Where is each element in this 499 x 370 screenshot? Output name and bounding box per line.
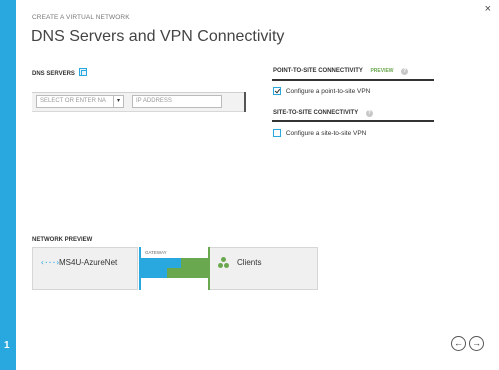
dns-ip-input[interactable]: IP ADDRESS [132,95,222,108]
clients-icon [218,257,230,269]
gateway-blue-block [141,258,181,268]
gateway-green-block [167,268,181,278]
step-number: 1 [4,340,10,351]
dns-server-row: SELECT OR ENTER NA ▾ IP ADDRESS [32,92,246,112]
clients-tile: Clients [210,247,318,290]
info-icon[interactable] [78,68,87,76]
help-icon[interactable]: ? [365,110,373,117]
gateway-blue-block [141,268,167,278]
point-to-site-checkbox-label: Configure a point-to-site VPN [285,88,371,95]
virtual-network-tile: ‹···› MS4U-AzureNet [32,247,138,290]
clients-label: Clients [237,258,262,267]
point-to-site-option[interactable]: Configure a point-to-site VPN [273,87,370,95]
dns-servers-label: DNS SERVERS [32,71,75,77]
back-arrow-icon[interactable]: ← [451,336,466,351]
dns-servers-heading: DNS SERVERS [32,68,87,77]
close-icon[interactable]: × [485,4,491,15]
gateway-green-block [181,258,208,278]
step-sidebar: 1 [0,0,16,370]
section-divider [272,79,434,81]
gateway-tile: GATEWAY [139,247,210,290]
point-to-site-checkbox[interactable] [273,87,281,95]
dns-name-placeholder: SELECT OR ENTER NA [40,98,106,104]
chevron-down-icon[interactable]: ▾ [113,96,123,107]
preview-badge: PREVIEW [370,68,394,74]
site-to-site-heading: SITE-TO-SITE CONNECTIVITY ? [273,110,373,117]
site-to-site-option[interactable]: Configure a site-to-site VPN [273,129,366,137]
site-to-site-checkbox-label: Configure a site-to-site VPN [285,130,367,137]
site-to-site-checkbox[interactable] [273,129,281,137]
virtual-network-icon: ‹···› [40,258,60,267]
wizard-dialog: 1 × CREATE A VIRTUAL NETWORK DNS Servers… [0,0,499,370]
gateway-label: GATEWAY [145,250,167,255]
next-arrow-icon[interactable]: → [469,336,484,351]
site-to-site-label: SITE-TO-SITE CONNECTIVITY [273,110,359,116]
virtual-network-name: MS4U-AzureNet [59,258,118,267]
network-preview-label: NETWORK PREVIEW [32,237,93,243]
point-to-site-label: POINT-TO-SITE CONNECTIVITY [273,68,363,74]
wizard-subtitle: CREATE A VIRTUAL NETWORK [32,14,130,21]
page-title: DNS Servers and VPN Connectivity [31,28,285,45]
point-to-site-heading: POINT-TO-SITE CONNECTIVITY PREVIEW ? [273,68,409,75]
help-icon[interactable]: ? [401,68,409,75]
section-divider [272,120,434,122]
dns-name-select[interactable]: SELECT OR ENTER NA ▾ [36,95,124,108]
